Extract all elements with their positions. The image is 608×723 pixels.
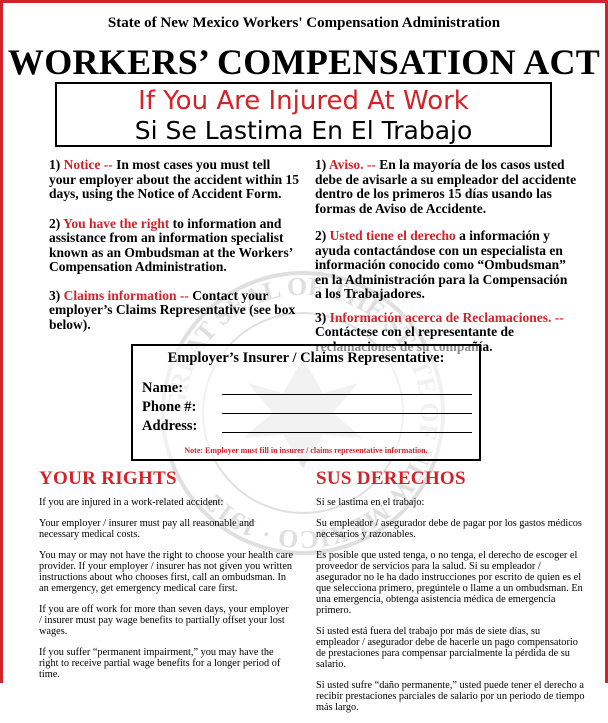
item-number: 3)	[49, 287, 61, 303]
claims-box-heading: Employer’s Insurer / Claims Representati…	[167, 350, 445, 366]
spanish-item-aviso: 1) Aviso. -- En la mayoría de los casos …	[315, 157, 577, 216]
your-rights-body: If you are injured in a work-related acc…	[39, 497, 294, 690]
phone-label: Phone #:	[142, 399, 197, 415]
item-highlight: Notice --	[63, 157, 113, 172]
item-number: 2)	[315, 228, 327, 243]
paragraph: If you are off work for more than seven …	[39, 604, 289, 637]
sus-derechos-heading: SUS DERECHOS	[316, 468, 466, 489]
paragraph: Es posible que usted tenga, o no tenga, …	[316, 550, 583, 616]
item-highlight: Aviso. --	[328, 157, 376, 172]
spanish-notice-column: 1) Aviso. -- En la mayoría de los casos …	[315, 157, 577, 354]
item-highlight: Información acerca de Reclamaciones. --	[329, 309, 564, 325]
phone-field[interactable]: Phone #:	[142, 399, 472, 417]
address-label: Address:	[142, 418, 198, 434]
address-line	[222, 432, 472, 433]
address-field[interactable]: Address:	[142, 418, 472, 436]
english-item-claims: 3) Claims information -- Contact your em…	[49, 287, 299, 333]
act-title: WORKERS’ COMPENSATION ACT	[7, 42, 601, 82]
phone-line	[222, 413, 472, 414]
paragraph: Si usted sufre “daño permanente,” usted …	[316, 680, 585, 713]
paragraph: Si se lastima en el trabajo:	[316, 497, 425, 508]
name-line	[222, 394, 472, 395]
sus-derechos-body: Si se lastima en el trabajo: Su empleado…	[316, 497, 586, 723]
claims-representative-box: Employer’s Insurer / Claims Representati…	[131, 344, 481, 461]
agency-name: State of New Mexico Workers' Compensatio…	[107, 15, 501, 31]
banner-spanish: Si Se Lastima En El Trabajo	[134, 116, 473, 145]
spanish-item-derecho: 2) Usted tiene el derecho a información …	[315, 228, 577, 302]
item-highlight: You have the right	[63, 215, 170, 231]
english-notice-column: 1) Notice -- In most cases you must tell…	[49, 157, 299, 333]
banner-english: If You Are Injured At Work	[138, 86, 469, 116]
item-number: 1)	[49, 157, 61, 172]
name-field[interactable]: Name:	[142, 380, 472, 398]
item-highlight: Claims information --	[63, 287, 189, 303]
your-rights-heading: YOUR RIGHTS	[39, 468, 177, 489]
paragraph: If you suffer “permanent impairment,” yo…	[39, 647, 281, 680]
item-number: 1)	[315, 157, 327, 172]
english-item-right: 2) You have the right to information and…	[49, 215, 299, 275]
item-number: 2)	[49, 215, 61, 231]
claims-box-note: Note: Employer must fill in insurer / cl…	[184, 446, 428, 455]
paragraph: You may or may not have the right to cho…	[39, 550, 294, 594]
paragraph: Your employer / insurer must pay all rea…	[39, 518, 255, 540]
item-highlight: Usted tiene el derecho	[329, 228, 456, 243]
paragraph: Si usted está fuera del trabajo por más …	[316, 626, 578, 670]
name-label: Name:	[142, 380, 184, 396]
english-item-notice: 1) Notice -- In most cases you must tell…	[49, 157, 299, 202]
item-number: 3)	[315, 309, 327, 325]
paragraph: If you are injured in a work-related acc…	[39, 497, 224, 508]
paragraph: Su empleador / asegurador debe de pagar …	[316, 518, 582, 540]
poster: State of New Mexico Workers' Compensatio…	[0, 0, 608, 713]
injury-banner: If You Are Injured At Work Si Se Lastima…	[55, 82, 552, 147]
